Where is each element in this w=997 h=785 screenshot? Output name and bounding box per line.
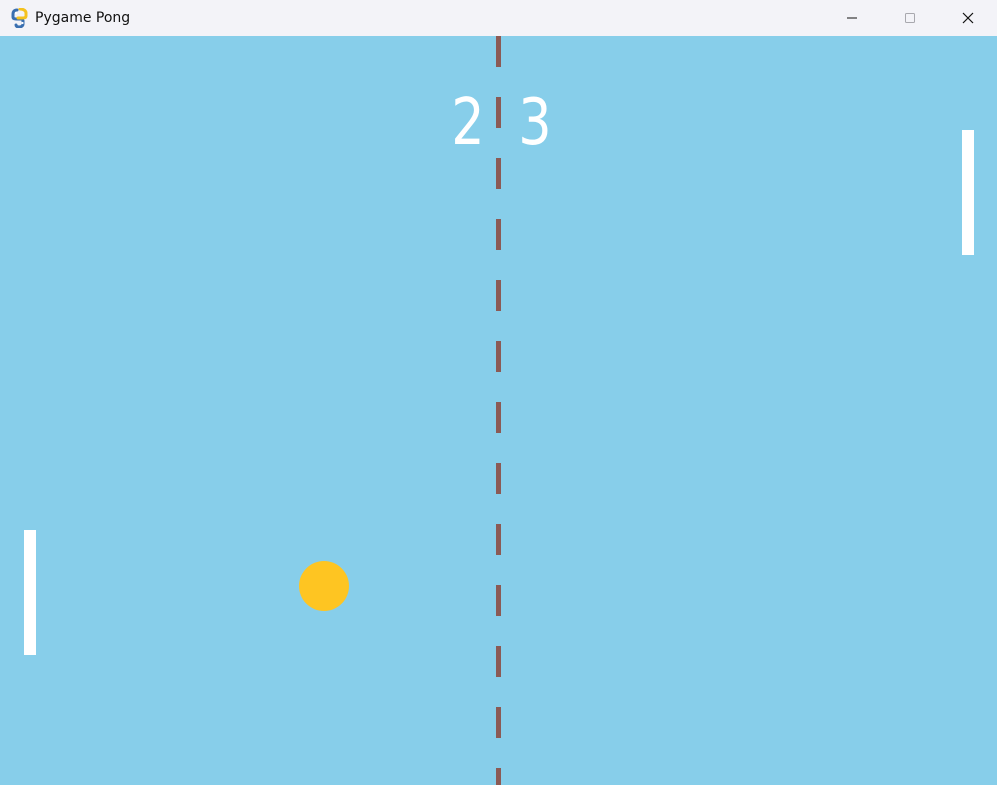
close-icon <box>962 12 974 24</box>
minimize-button[interactable] <box>823 0 881 36</box>
title-bar[interactable]: Pygame Pong <box>0 0 997 36</box>
ball <box>299 561 349 611</box>
center-net <box>496 36 501 785</box>
close-button[interactable] <box>939 0 997 36</box>
maximize-button[interactable] <box>881 0 939 36</box>
right-paddle <box>962 130 974 255</box>
pygame-snake-icon <box>10 7 30 29</box>
pygame-window: Pygame Pong 2 3 <box>0 0 997 785</box>
maximize-icon <box>905 13 915 23</box>
window-title: Pygame Pong <box>35 10 131 26</box>
minimize-icon <box>847 17 857 19</box>
right-score: 3 <box>518 86 552 160</box>
left-paddle <box>24 530 36 655</box>
left-score: 2 <box>451 86 485 160</box>
game-canvas[interactable]: 2 3 <box>0 36 997 785</box>
